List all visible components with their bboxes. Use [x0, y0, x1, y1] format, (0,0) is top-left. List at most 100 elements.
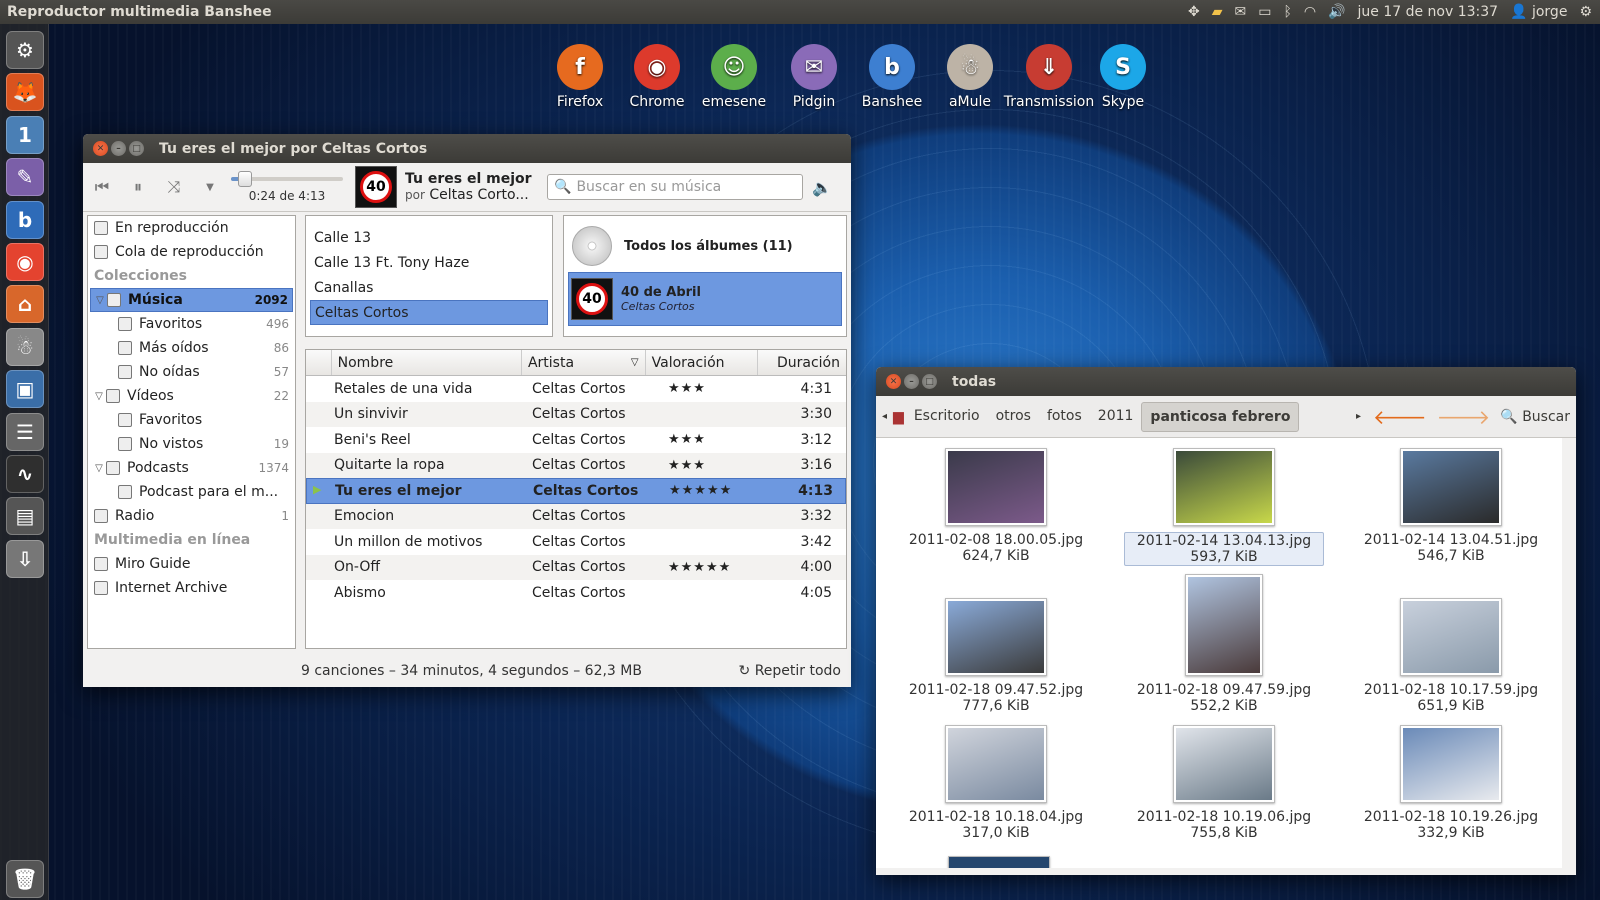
breadcrumb-item[interactable]: 2011 [1090, 402, 1142, 432]
column-header-name[interactable]: Nombre [332, 350, 522, 375]
desktop-icon-pidgin[interactable]: ✉ Pidgin [774, 44, 854, 110]
banshee-titlebar[interactable]: ✕ – □ Tu eres el mejor por Celtas Cortos [83, 134, 851, 163]
screenshot-icon[interactable]: ▣ [6, 370, 44, 409]
minimize-button[interactable]: – [904, 374, 919, 389]
search-input[interactable]: 🔍 Buscar en su música [547, 174, 803, 200]
banshee-icon[interactable]: b [6, 200, 44, 239]
album-row-selected[interactable]: 40 40 de Abril Celtas Cortos [568, 272, 842, 326]
previous-track-icon[interactable]: ⏮ [89, 174, 115, 200]
mail-icon[interactable]: ✉ [1234, 4, 1246, 20]
minimize-button[interactable]: – [111, 141, 126, 156]
battery-icon[interactable]: ▭ [1258, 4, 1271, 20]
column-header-artist[interactable]: Artista ▽ [522, 350, 646, 375]
file-item[interactable]: 2011-02-18 09.47.59.jpg 552,2 KiB [1124, 574, 1324, 714]
artist-item[interactable]: Canallas [306, 275, 552, 300]
installer-icon[interactable]: ⇩ [6, 539, 44, 578]
wifi-icon[interactable]: ◠ [1304, 4, 1316, 20]
firefox-icon[interactable]: 🦊 [6, 73, 44, 112]
forward-arrow-icon[interactable]: 🡒 [1437, 405, 1491, 429]
track-rating[interactable]: ★★★ [652, 432, 766, 447]
seek-slider[interactable]: 0:24 de 4:13 [231, 171, 343, 203]
messaging-icon[interactable]: 1 [6, 115, 44, 154]
close-button[interactable]: ✕ [886, 374, 901, 389]
track-row[interactable]: Retales de una vida Celtas Cortos ★★★ 4:31 [306, 376, 846, 402]
track-row[interactable]: Un sinvivir Celtas Cortos 3:30 [306, 401, 846, 427]
file-item[interactable]: 2011-02-18 10.18.04.jpg 317,0 KiB [896, 725, 1096, 841]
file-item[interactable]: 2011-02-08 18.00.05.jpg 624,7 KiB [896, 448, 1096, 564]
select-all-checkbox[interactable] [306, 350, 332, 375]
source-item[interactable]: Internet Archive [90, 576, 293, 600]
volume-icon[interactable]: 🔊 [1328, 4, 1345, 20]
desktop-icon-firefox[interactable]: f Firefox [540, 44, 620, 110]
column-header-duration[interactable]: Duración [758, 350, 846, 375]
track-row[interactable]: Un millon de motivos Celtas Cortos 3:42 [306, 529, 846, 555]
seek-handle[interactable] [237, 171, 252, 187]
source-item[interactable]: Más oídos 86 [90, 336, 293, 360]
trash-icon[interactable]: 🗑 [6, 860, 44, 898]
column-header-rating[interactable]: Valoración [646, 350, 758, 375]
desktop-icon-amule[interactable]: ☃ aMule [930, 44, 1010, 110]
artist-item[interactable]: Celtas Cortos [310, 300, 548, 325]
breadcrumb-item[interactable]: Escritorio [906, 402, 988, 432]
repeat-button[interactable]: ↻ Repetir todo [739, 663, 842, 679]
terminal-icon[interactable]: ▤ [6, 497, 44, 536]
source-item[interactable]: No oídas 57 [90, 360, 293, 384]
expander-icon[interactable]: ▽ [92, 391, 106, 402]
track-row[interactable]: Beni's Reel Celtas Cortos ★★★ 3:12 [306, 427, 846, 453]
bluetooth-icon[interactable]: ᛒ [1283, 4, 1291, 20]
source-item[interactable]: Favoritos 496 [90, 312, 293, 336]
track-row[interactable]: Abismo Celtas Cortos 4:05 [306, 580, 846, 606]
source-item[interactable]: ▽ Música 2092 [90, 288, 293, 312]
volume-button-icon[interactable]: 🔈 [809, 174, 835, 200]
breadcrumb-item[interactable]: otros [988, 402, 1039, 432]
system-monitor-icon[interactable]: ∿ [6, 455, 44, 493]
sort-chevron-down-icon[interactable]: ▽ [631, 357, 639, 368]
source-item[interactable]: Favoritos [90, 408, 293, 432]
track-row[interactable]: On-Off Celtas Cortos ★★★★★ 4:00 [306, 554, 846, 580]
track-rating[interactable]: ★★★ [652, 381, 766, 396]
breadcrumb-item[interactable]: fotos [1039, 402, 1090, 432]
chrome-icon[interactable]: ◉ [6, 243, 44, 281]
file-item[interactable]: 2011-02-14 13.04.13.jpg 593,7 KiB [1124, 448, 1324, 566]
file-item[interactable]: 2011-02-18 09.47.52.jpg 777,6 KiB [896, 598, 1096, 714]
source-item[interactable]: Miro Guide [90, 552, 293, 576]
track-rating[interactable]: ★★★ [652, 458, 766, 473]
breadcrumb-item[interactable]: panticosa febrero [1141, 401, 1300, 432]
source-item[interactable]: En reproducción [90, 216, 293, 240]
pause-icon[interactable]: ⏸ [125, 174, 151, 200]
scroll-right-icon[interactable]: ▸ [1356, 411, 1361, 422]
amule-icon[interactable]: ☃ [6, 327, 44, 366]
folder-indicator-icon[interactable]: ▰ [1212, 4, 1223, 20]
file-item[interactable]: 2011-02-14 13.04.51.jpg 546,7 KiB [1351, 448, 1551, 564]
desktop-icon-skype[interactable]: S Skype [1083, 44, 1163, 110]
track-rating[interactable]: ★★★★★ [653, 483, 767, 498]
source-item[interactable]: Podcast para el m... [90, 480, 293, 504]
track-row[interactable]: Quitarte la ropa Celtas Cortos ★★★ 3:16 [306, 452, 846, 478]
maximize-button[interactable]: □ [129, 141, 144, 156]
artist-item[interactable]: Calle 13 Ft. Tony Haze [306, 250, 552, 275]
source-item[interactable]: No vistos 19 [90, 432, 293, 456]
desktop-icon-banshee[interactable]: b Banshee [852, 44, 932, 110]
scroll-left-icon[interactable]: ◂ [882, 411, 887, 422]
file-item[interactable]: 2011-02-18 10.19.26.jpg 332,9 KiB [1351, 725, 1551, 841]
shuffle-icon[interactable]: ⤨ [161, 174, 187, 200]
clock[interactable]: jue 17 de nov 13:37 [1358, 4, 1499, 20]
file-item[interactable]: 2011-02-18 10.17.59.jpg 651,9 KiB [1351, 598, 1551, 714]
album-cover[interactable]: 40 [355, 166, 397, 208]
artist-item[interactable]: Calle 13 [306, 225, 552, 250]
maximize-button[interactable]: □ [922, 374, 937, 389]
file-manager-titlebar[interactable]: ✕ – □ todas [876, 367, 1576, 396]
track-row[interactable]: ▶ Tu eres el mejor Celtas Cortos ★★★★★ 4:13 [306, 478, 846, 504]
source-item[interactable]: Radio 1 [90, 504, 293, 528]
back-arrow-icon[interactable]: 🡐 [1373, 405, 1427, 429]
search-button[interactable]: 🔍 Buscar [1500, 409, 1570, 425]
expander-icon[interactable]: ▽ [92, 463, 106, 474]
file-item[interactable]: 2011-02-18 10.19.06.jpg 755,8 KiB [1124, 725, 1324, 841]
source-item[interactable]: ▽ Podcasts 1374 [90, 456, 293, 480]
disk-icon[interactable]: ☰ [6, 412, 44, 451]
track-row[interactable]: Emocion Celtas Cortos 3:32 [306, 503, 846, 529]
pidgin-icon[interactable]: ✎ [6, 158, 44, 197]
all-albums-row[interactable]: Todos los álbumes (11) [568, 220, 842, 272]
close-button[interactable]: ✕ [93, 141, 108, 156]
settings-icon[interactable]: ⚙ [6, 31, 44, 69]
